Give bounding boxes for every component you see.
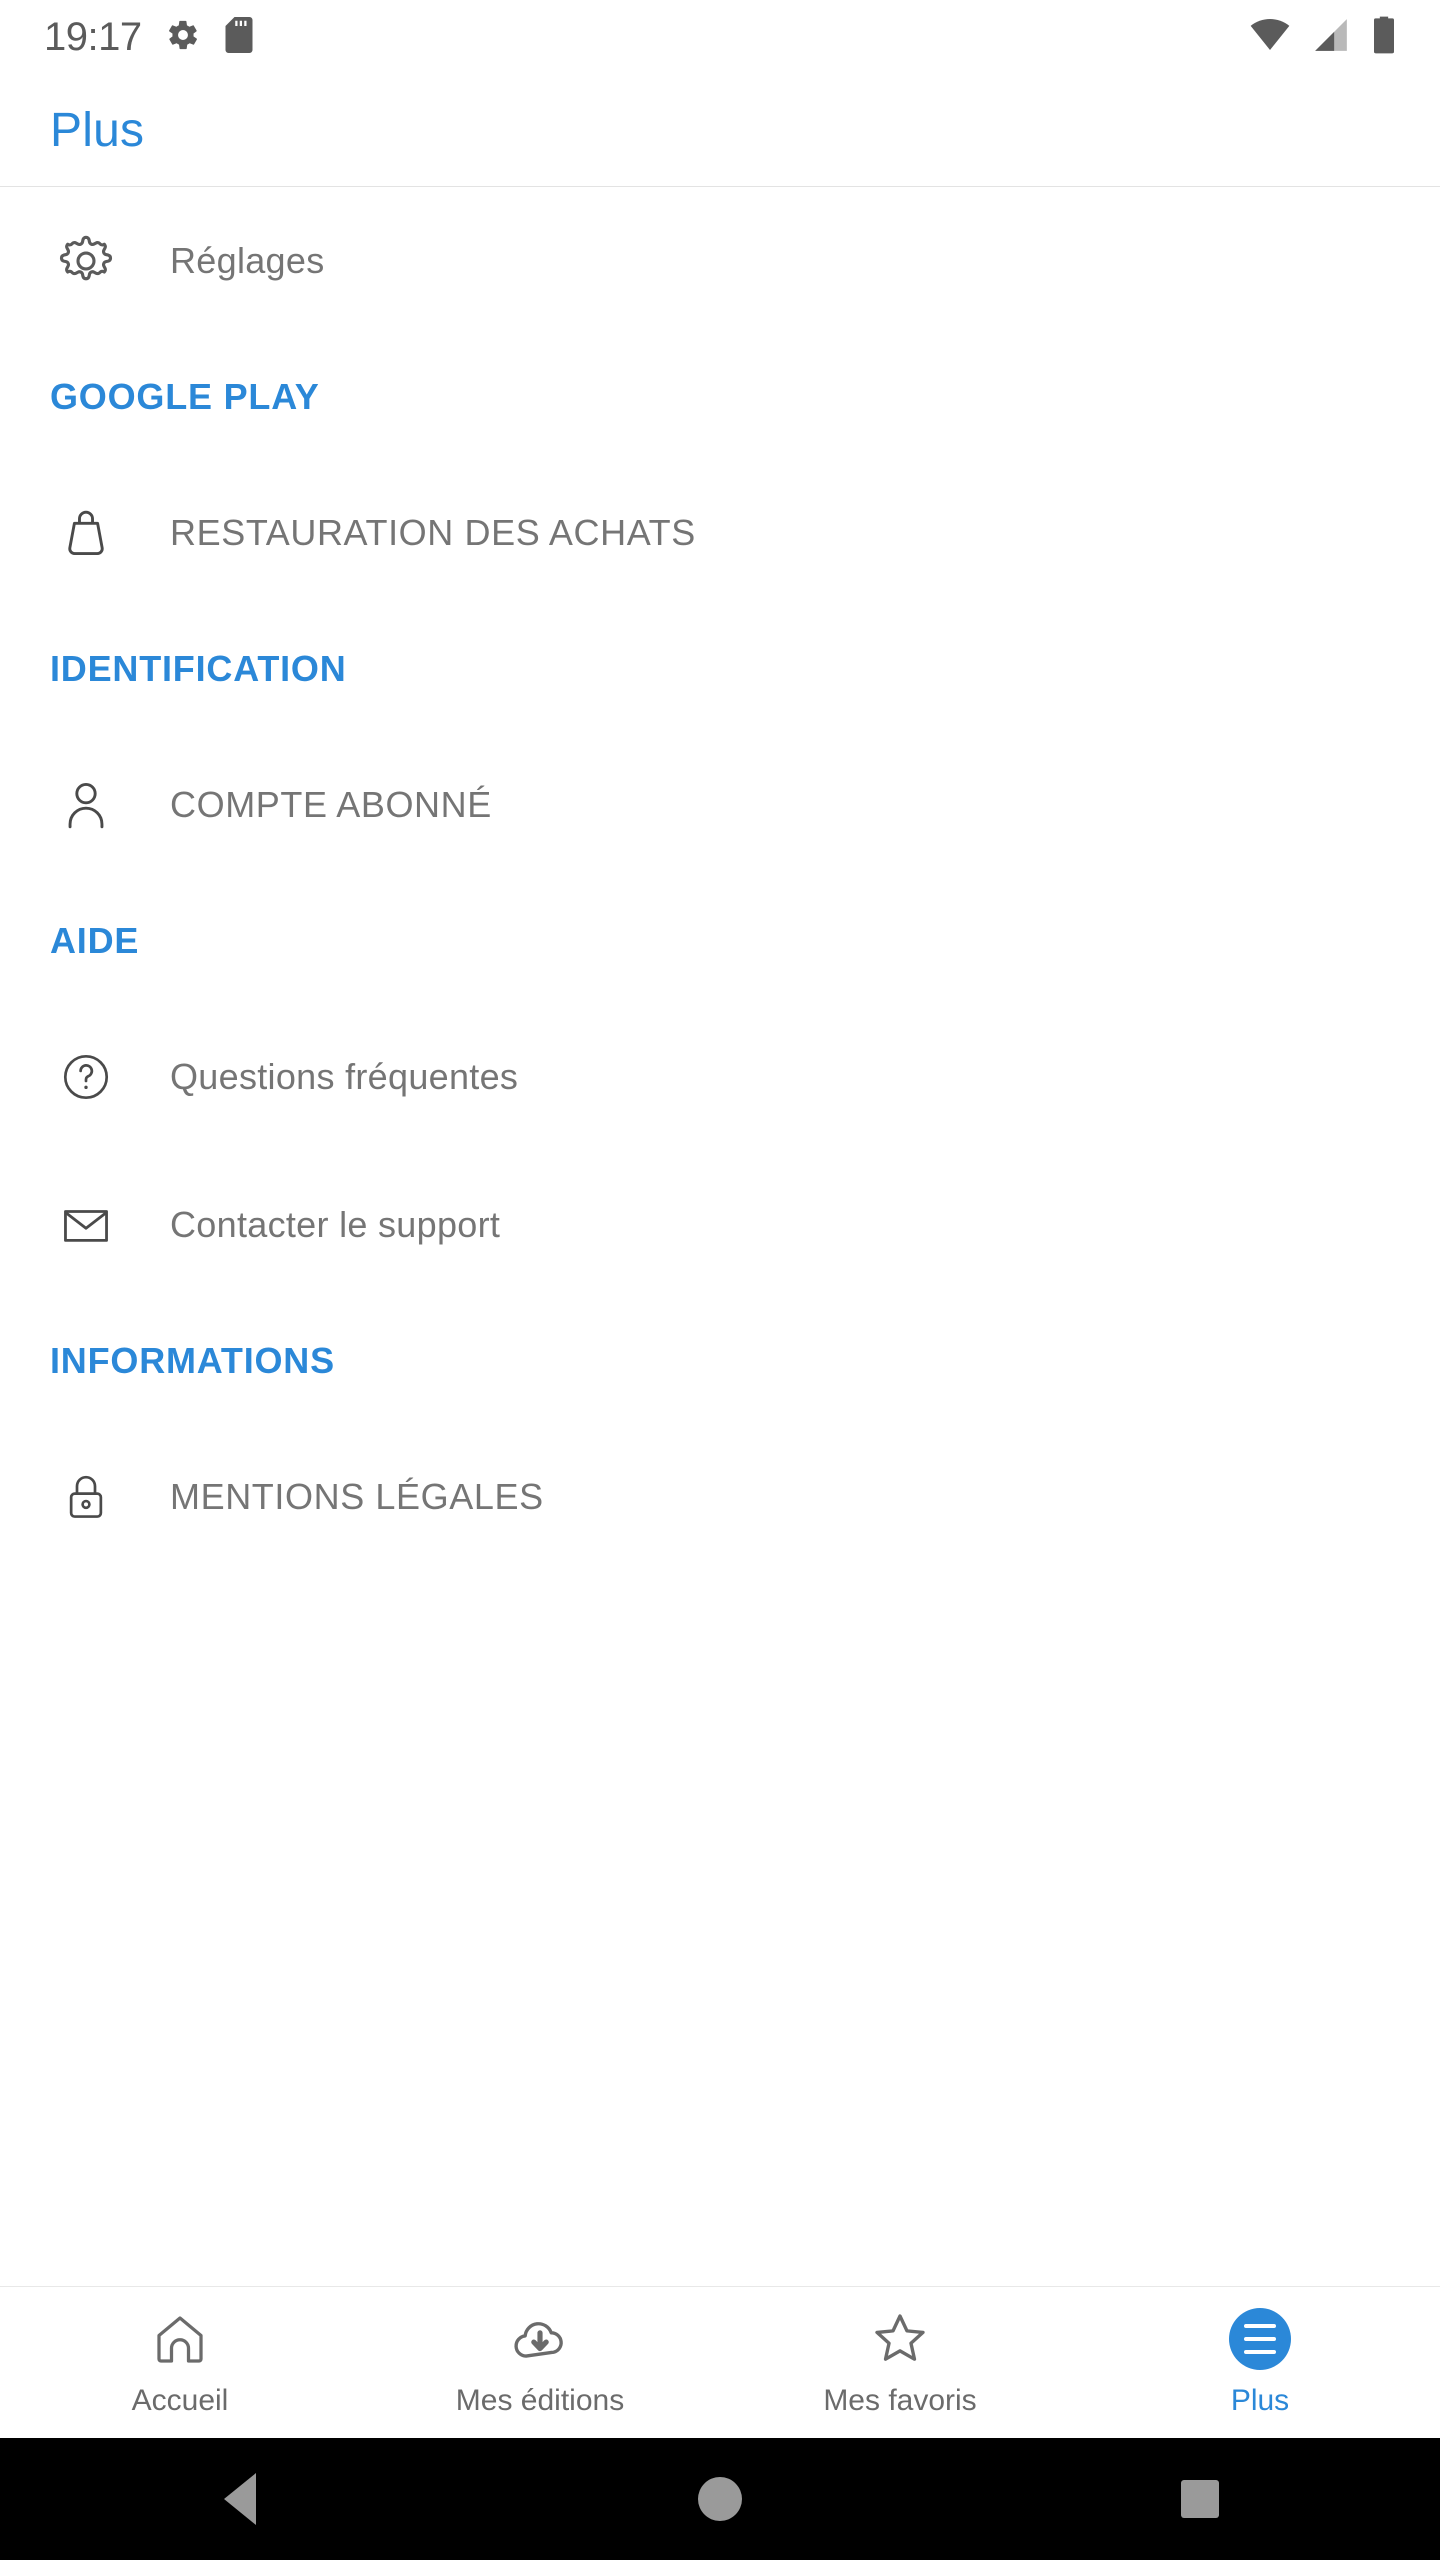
cloud-download-icon: [509, 2308, 571, 2370]
tab-label: Mes éditions: [455, 2383, 625, 2417]
tab-label: Accueil: [131, 2383, 229, 2417]
lock-icon: [50, 1470, 122, 1524]
section-header-google-play: GOOGLE PLAY: [0, 335, 1440, 459]
tab-mes-editions[interactable]: Mes éditions: [360, 2287, 720, 2438]
list-item-label: Questions fréquentes: [170, 1056, 519, 1097]
status-bar: 19:17: [0, 0, 1440, 75]
list-item-mentions-legales[interactable]: MENTIONS LÉGALES: [0, 1423, 1440, 1571]
bottom-tab-bar: Accueil Mes éditions Mes favoris Plus: [0, 2286, 1440, 2438]
list-item-label: MENTIONS LÉGALES: [170, 1476, 544, 1517]
section-header-label: IDENTIFICATION: [50, 648, 347, 689]
back-button[interactable]: [180, 2439, 300, 2559]
tab-label: Mes favoris: [823, 2383, 977, 2417]
android-navigation-bar: [0, 2438, 1440, 2560]
status-bar-left: 19:17: [44, 15, 254, 60]
app-bar: Plus: [0, 75, 1440, 187]
app-screen: 19:17 Plus Réglages GOOGLE PLAY RESTAURA…: [0, 0, 1440, 2560]
tab-label: Plus: [1230, 2383, 1290, 2417]
list-item-label: RESTAURATION DES ACHATS: [170, 512, 696, 553]
list-item-restauration-des-achats[interactable]: RESTAURATION DES ACHATS: [0, 459, 1440, 607]
envelope-icon: [50, 1197, 122, 1253]
home-button[interactable]: [660, 2439, 780, 2559]
section-header-label: INFORMATIONS: [50, 1340, 335, 1381]
list-item-reglages[interactable]: Réglages: [0, 187, 1440, 335]
settings-scroll-area[interactable]: Réglages GOOGLE PLAY RESTAURATION DES AC…: [0, 187, 1440, 2286]
help-circle-icon: [50, 1050, 122, 1104]
list-item-label: Réglages: [170, 240, 325, 281]
list-item-label: COMPTE ABONNÉ: [170, 784, 492, 825]
list-item-compte-abonne[interactable]: COMPTE ABONNÉ: [0, 731, 1440, 879]
tab-mes-favoris[interactable]: Mes favoris: [720, 2287, 1080, 2438]
cellular-signal-icon: [1312, 16, 1350, 59]
list-item-questions-frequentes[interactable]: Questions fréquentes: [0, 1003, 1440, 1151]
settings-list: Réglages GOOGLE PLAY RESTAURATION DES AC…: [0, 187, 1440, 1571]
section-header-aide: AIDE: [0, 879, 1440, 1003]
home-icon: [150, 2308, 210, 2370]
status-bar-right: [1250, 15, 1408, 60]
page-title: Plus: [50, 104, 145, 157]
recents-button[interactable]: [1140, 2439, 1260, 2559]
star-icon: [869, 2308, 931, 2370]
tab-accueil[interactable]: Accueil: [0, 2287, 360, 2438]
section-header-identification: IDENTIFICATION: [0, 607, 1440, 731]
section-header-label: GOOGLE PLAY: [50, 376, 320, 417]
gear-icon: [166, 18, 200, 57]
tab-plus[interactable]: Plus: [1080, 2287, 1440, 2438]
section-header-label: AIDE: [50, 920, 140, 961]
status-clock: 19:17: [44, 15, 142, 59]
list-item-label: Contacter le support: [170, 1204, 501, 1245]
hamburger-menu-icon: [1229, 2307, 1291, 2370]
section-header-informations: INFORMATIONS: [0, 1299, 1440, 1423]
gear-icon: [50, 232, 122, 290]
wifi-icon: [1250, 15, 1290, 60]
shopping-bag-icon: [50, 504, 122, 562]
sd-card-icon: [224, 17, 254, 58]
person-icon: [50, 776, 122, 834]
list-item-contacter-le-support[interactable]: Contacter le support: [0, 1151, 1440, 1299]
battery-icon: [1372, 15, 1396, 60]
